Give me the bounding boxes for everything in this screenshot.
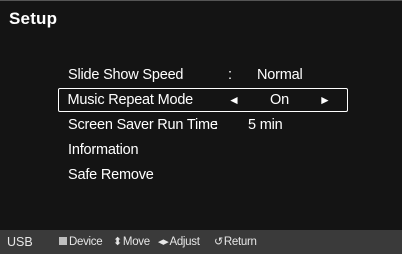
hint-move: ⬍Move xyxy=(113,230,150,254)
menu-item-label: Screen Saver Run Time xyxy=(68,117,218,133)
hint-label: Device xyxy=(69,236,103,248)
setup-screen: Setup Slide Show Speed : Normal Music Re… xyxy=(0,0,402,254)
return-icon: ↺ xyxy=(214,236,223,248)
menu-item-information[interactable]: Information xyxy=(58,138,348,163)
source-label: USB xyxy=(7,235,33,249)
setup-menu: Slide Show Speed : Normal Music Repeat M… xyxy=(58,63,348,188)
footer-bar: USB Device ⬍Move ◂▸Adjust ↺Return xyxy=(0,230,402,254)
left-right-arrows-icon: ◂▸ xyxy=(158,236,169,248)
menu-item-label: Information xyxy=(68,142,139,158)
menu-item-label: Slide Show Speed xyxy=(68,67,184,83)
hint-return: ↺Return xyxy=(214,230,257,254)
hint-device: Device xyxy=(59,230,103,254)
hint-label: Adjust xyxy=(169,236,200,248)
menu-item-separator: : xyxy=(214,117,218,133)
hint-label: Return xyxy=(223,236,257,248)
hint-label: Move xyxy=(122,236,150,248)
menu-item-slide-show-speed[interactable]: Slide Show Speed : Normal xyxy=(58,63,348,88)
menu-item-safe-remove[interactable]: Safe Remove xyxy=(58,163,348,188)
up-down-arrows-icon: ⬍ xyxy=(113,236,122,248)
menu-item-label: Music Repeat Mode xyxy=(67,92,194,108)
menu-item-separator: : xyxy=(228,67,232,83)
menu-item-screen-saver-run-time[interactable]: Screen Saver Run Time : 5 min xyxy=(58,113,348,138)
menu-item-value: Normal xyxy=(257,67,303,83)
left-arrow-icon[interactable]: ◄ xyxy=(228,88,240,113)
menu-item-music-repeat-mode[interactable]: Music Repeat Mode ◄ On ► xyxy=(58,88,348,112)
menu-item-value: On xyxy=(270,92,289,108)
right-arrow-icon[interactable]: ► xyxy=(319,88,331,113)
page-title: Setup xyxy=(9,9,58,28)
menu-item-label: Safe Remove xyxy=(68,167,154,183)
menu-item-value: 5 min xyxy=(248,117,283,133)
hint-adjust: ◂▸Adjust xyxy=(158,230,200,254)
square-icon xyxy=(59,237,67,245)
